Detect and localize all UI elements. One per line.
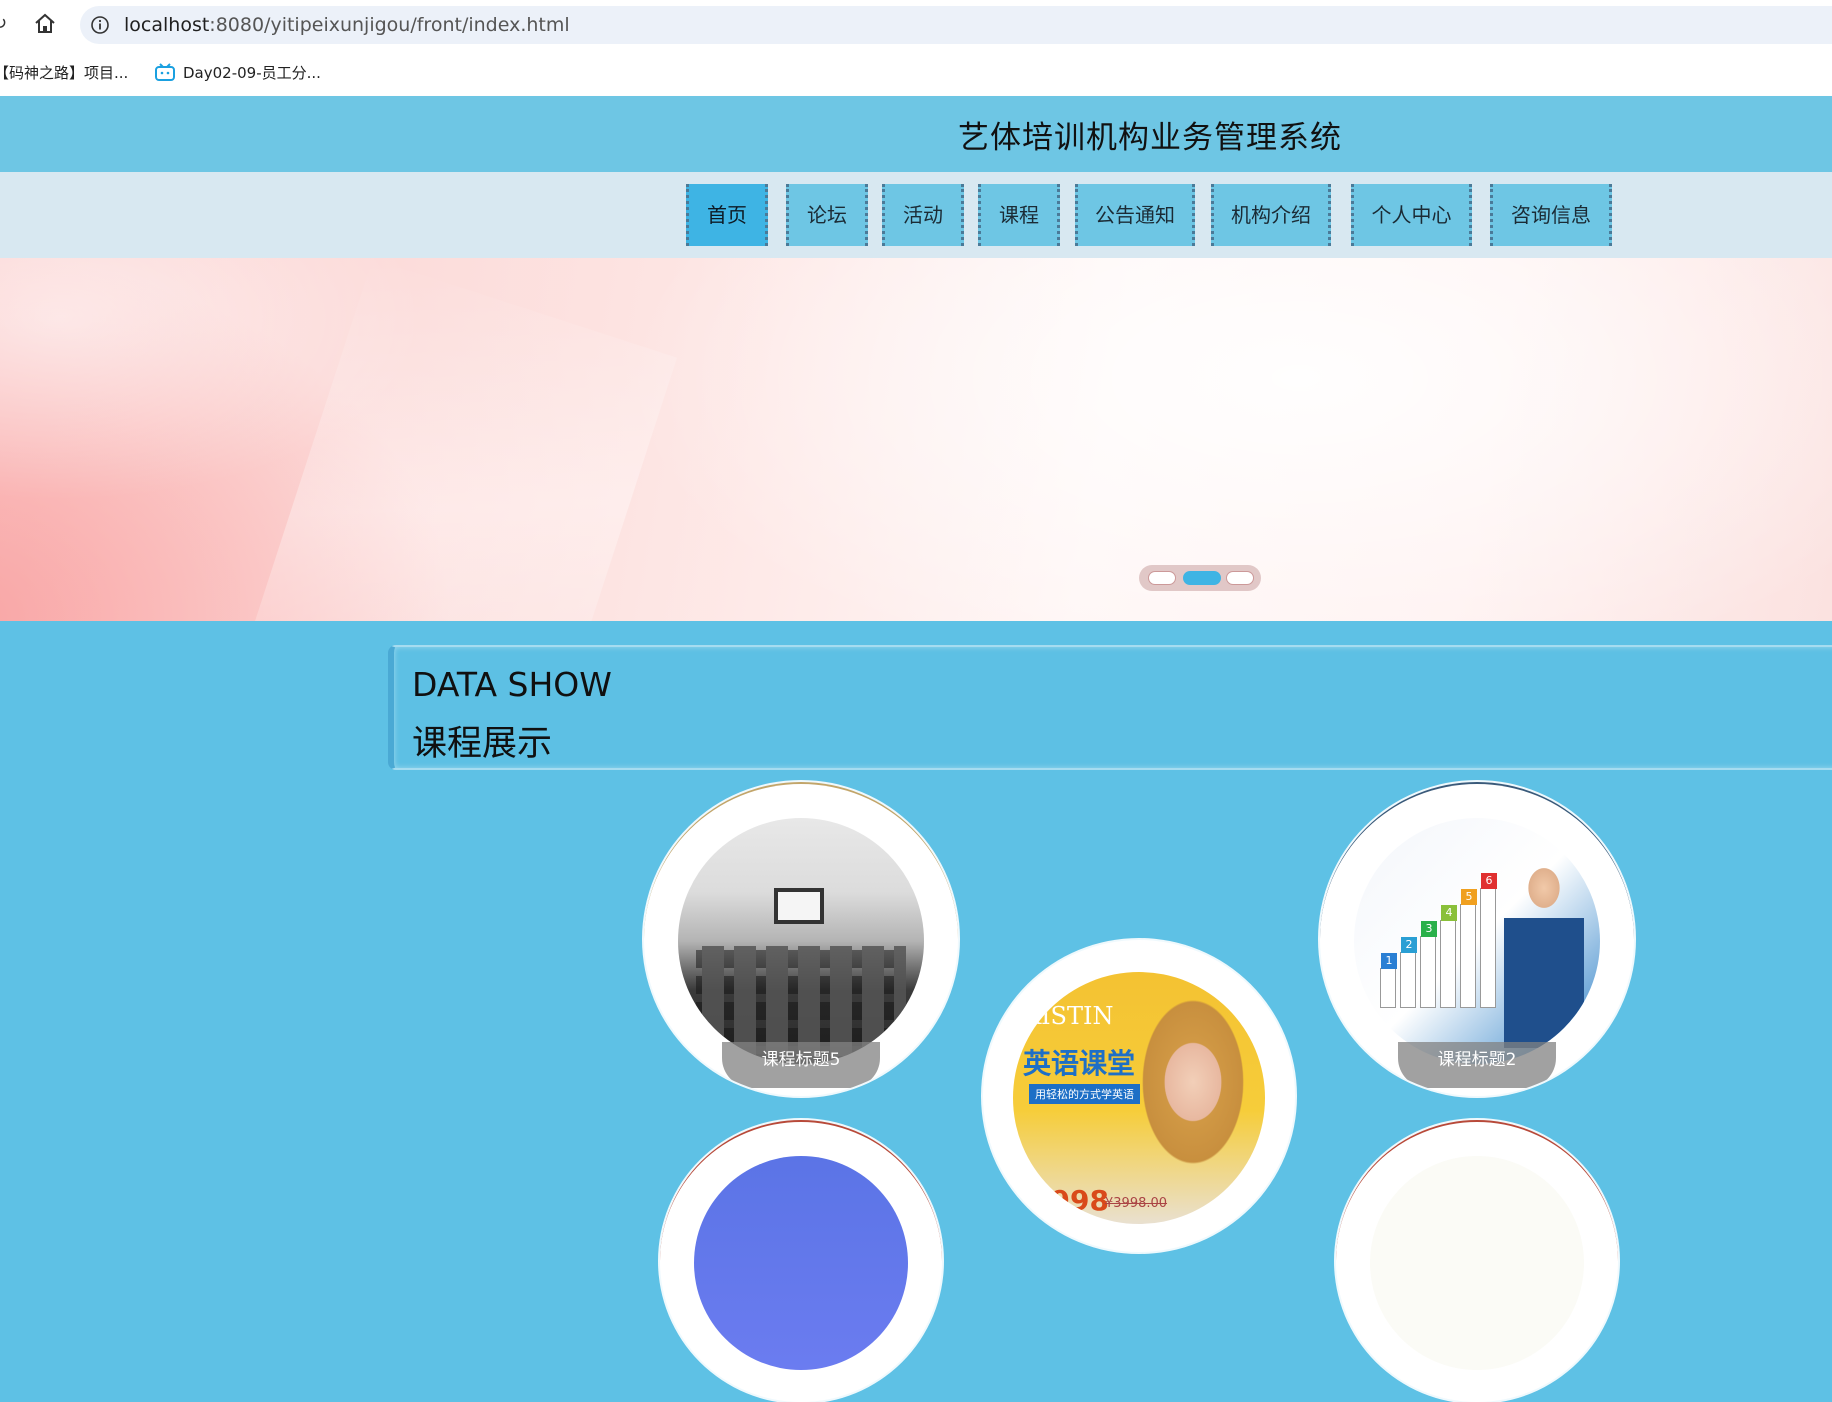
course-image-classroom (678, 818, 924, 1064)
browser-chrome: ↻ localhost:8080/yitipeixunjigou/front/i… (0, 0, 1832, 96)
banner-decoration (242, 258, 678, 621)
course-price-old: ¥3998.00 (1105, 1196, 1168, 1211)
image-sub-text: 用轻松的方式学英语 (1029, 1084, 1140, 1104)
nav-notices[interactable]: 公告通知 (1075, 184, 1195, 246)
site-header: 艺体培训机构业务管理系统 (0, 96, 1832, 172)
bookmark-2-label: Day02-09-员工分... (183, 64, 321, 82)
course-image-english: RISTIN 英语课堂 用轻松的方式学英语 1998 ¥3998.00 (1013, 972, 1265, 1224)
course-card[interactable] (1336, 1120, 1618, 1402)
nav-activity[interactable]: 活动 (882, 184, 964, 246)
nav-consult[interactable]: 咨询信息 (1490, 184, 1612, 246)
carousel-dot-1[interactable] (1148, 571, 1176, 585)
portrait-figure (1133, 992, 1253, 1192)
url-path: :8080/yitipeixunjigou/front/index.html (209, 14, 570, 36)
course-title: 课程标题2 (1398, 1042, 1556, 1088)
nav-forum[interactable]: 论坛 (786, 184, 868, 246)
browser-toolbar: ↻ localhost:8080/yitipeixunjigou/front/i… (0, 0, 1832, 50)
bookmark-1[interactable]: 【码神之路】项目... (0, 60, 128, 86)
url-host: localhost (124, 14, 210, 36)
course-price: 1998 (1031, 1184, 1109, 1217)
presenter-figure (1504, 858, 1584, 1048)
nav-home[interactable]: 首页 (686, 184, 768, 246)
image-head-text: RISTIN (1023, 1002, 1114, 1030)
course-image-phonics: 1 2 3 4 5 6 (1354, 818, 1600, 1064)
reload-icon[interactable]: ↻ (0, 10, 16, 38)
bookmarks-bar: 【码神之路】项目... Day02-09-员工分... (0, 52, 1832, 92)
course-title: 课程标题5 (722, 1042, 880, 1088)
main-nav: 首页 论坛 活动 课程 公告通知 机构介绍 个人中心 咨询信息 (0, 172, 1832, 258)
site-info-icon[interactable] (90, 15, 110, 35)
url-text[interactable]: localhost:8080/yitipeixunjigou/front/ind… (124, 6, 570, 44)
course-card[interactable]: 1 2 3 4 5 6 课程标题2 (1320, 782, 1634, 1096)
bookmark-2[interactable]: Day02-09-员工分... (155, 60, 321, 86)
course-card[interactable]: RISTIN 英语课堂 用轻松的方式学英语 1998 ¥3998.00 (983, 940, 1295, 1252)
section-title-en: DATA SHOW (412, 665, 612, 704)
classroom-monitors (696, 946, 906, 1056)
carousel-dot-2[interactable] (1183, 571, 1221, 585)
classroom-screen (774, 888, 824, 924)
home-icon[interactable] (32, 10, 58, 38)
nav-courses[interactable]: 课程 (978, 184, 1060, 246)
course-card[interactable]: 课程标题5 (644, 782, 958, 1096)
nav-about[interactable]: 机构介绍 (1211, 184, 1331, 246)
course-card[interactable] (660, 1120, 942, 1402)
steps-graphic: 1 2 3 4 5 6 (1380, 873, 1500, 1008)
address-bar[interactable]: localhost:8080/yitipeixunjigou/front/ind… (80, 6, 1832, 44)
carousel-dot-3[interactable] (1226, 571, 1254, 585)
banner-carousel[interactable] (0, 258, 1832, 621)
carousel-indicators (1139, 565, 1261, 591)
section-title-cn: 课程展示 (412, 724, 553, 764)
course-image (1370, 1156, 1584, 1370)
course-image (694, 1156, 908, 1370)
section-header: DATA SHOW 课程展示 (388, 645, 1832, 770)
image-title-text: 英语课堂 (1023, 1047, 1136, 1080)
site-title: 艺体培训机构业务管理系统 (958, 120, 1342, 156)
nav-profile[interactable]: 个人中心 (1351, 184, 1472, 246)
bilibili-icon (155, 63, 175, 81)
